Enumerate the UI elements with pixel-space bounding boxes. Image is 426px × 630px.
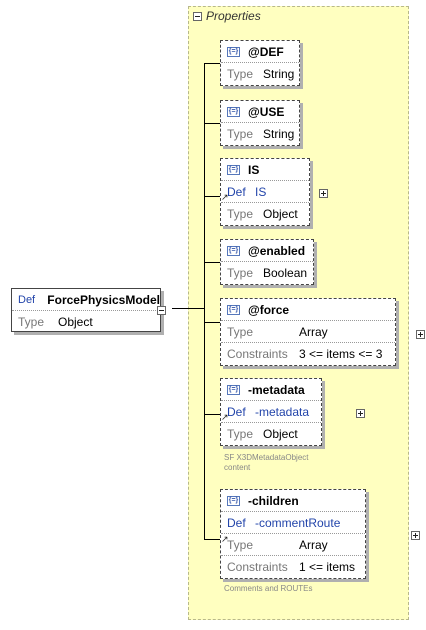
node-metadata[interactable]: {=} -metadata Def -metadata Type Object — [220, 378, 322, 446]
attribute-icon: {=} — [227, 245, 240, 256]
root-type-value: Object — [58, 314, 93, 329]
type-label: Type — [227, 206, 254, 221]
reference-arrow-icon: ↗ — [221, 534, 229, 544]
properties-title: Properties — [206, 9, 261, 23]
node-use[interactable]: {=} @USE Type String — [220, 100, 300, 146]
root-name: ForcePhysicsModel — [47, 292, 160, 307]
type-value: Object — [263, 206, 298, 221]
expand-icon[interactable] — [411, 531, 421, 540]
root-type-row: Type Object — [12, 310, 160, 332]
connector-branch — [204, 123, 220, 124]
node-name: @DEF — [248, 44, 284, 59]
collapse-icon[interactable] — [157, 306, 166, 315]
element-icon: {=} — [227, 384, 240, 395]
connector-branch — [204, 63, 220, 64]
type-value: Array — [299, 537, 328, 552]
element-icon: {=} — [227, 164, 240, 175]
attribute-icon: {=} — [227, 46, 240, 57]
type-label: Type — [227, 126, 254, 141]
def-value: -commentRoute — [255, 515, 341, 530]
type-value: String — [263, 66, 295, 81]
type-value: Boolean — [263, 265, 308, 280]
element-icon: {=} — [227, 495, 240, 506]
type-label: Type — [227, 265, 254, 280]
constraints-value: 3 <= items <= 3 — [299, 346, 383, 361]
connector-branch — [204, 196, 220, 197]
connector-branch — [204, 262, 220, 263]
constraints-value: 1 <= items — [299, 559, 356, 574]
node-def[interactable]: {=} @DEF Type String — [220, 40, 300, 86]
expand-icon[interactable] — [356, 409, 366, 418]
def-value: IS — [255, 184, 267, 199]
def-label: Def — [18, 293, 36, 306]
reference-arrow-icon: ↗ — [221, 192, 229, 202]
expand-icon[interactable] — [319, 189, 329, 198]
node-is[interactable]: {=} IS Def IS Type Object — [220, 158, 310, 226]
type-value: String — [263, 126, 295, 141]
expand-icon[interactable] — [415, 330, 425, 339]
node-name: @force — [248, 302, 290, 317]
connector-branch — [204, 414, 220, 415]
constraints-label: Constraints — [227, 346, 288, 361]
metadata-annotation: SF X3DMetadataObject content — [224, 453, 309, 472]
node-name: -metadata — [248, 382, 305, 397]
node-name: IS — [248, 162, 260, 177]
node-name: @enabled — [248, 243, 306, 258]
root-node[interactable]: Def ForcePhysicsModel Type Object — [11, 288, 161, 332]
attribute-icon: {=} — [227, 106, 240, 117]
node-name: -children — [248, 493, 299, 508]
type-label: Type — [227, 537, 254, 552]
connector-line — [172, 308, 204, 309]
def-label: Def — [227, 515, 246, 530]
node-force[interactable]: {=} @force Type Array Constraints 3 <= item… — [220, 298, 396, 366]
properties-header: Properties — [193, 9, 261, 23]
type-label: Type — [227, 426, 254, 441]
def-value: -metadata — [255, 404, 310, 419]
connector-trunk — [204, 63, 205, 540]
constraints-label: Constraints — [227, 559, 288, 574]
def-label: Def — [227, 404, 246, 419]
children-annotation: Comments and ROUTEs — [224, 584, 313, 593]
type-value: Object — [263, 426, 298, 441]
node-enabled[interactable]: {=} @enabled Type Boolean — [220, 239, 314, 285]
type-label: Type — [227, 324, 254, 339]
connector-branch — [204, 539, 220, 540]
attribute-icon: {=} — [227, 304, 240, 315]
type-label: Type — [227, 66, 254, 81]
reference-arrow-icon: ↗ — [221, 412, 229, 422]
node-name: @USE — [248, 104, 285, 119]
connector-branch — [204, 322, 220, 323]
type-label: Type — [18, 314, 45, 329]
def-label: Def — [227, 184, 246, 199]
collapse-icon[interactable] — [193, 11, 202, 21]
node-children[interactable]: {=} -children Def -commentRoute Type Array … — [220, 489, 366, 579]
type-value: Array — [299, 324, 328, 339]
